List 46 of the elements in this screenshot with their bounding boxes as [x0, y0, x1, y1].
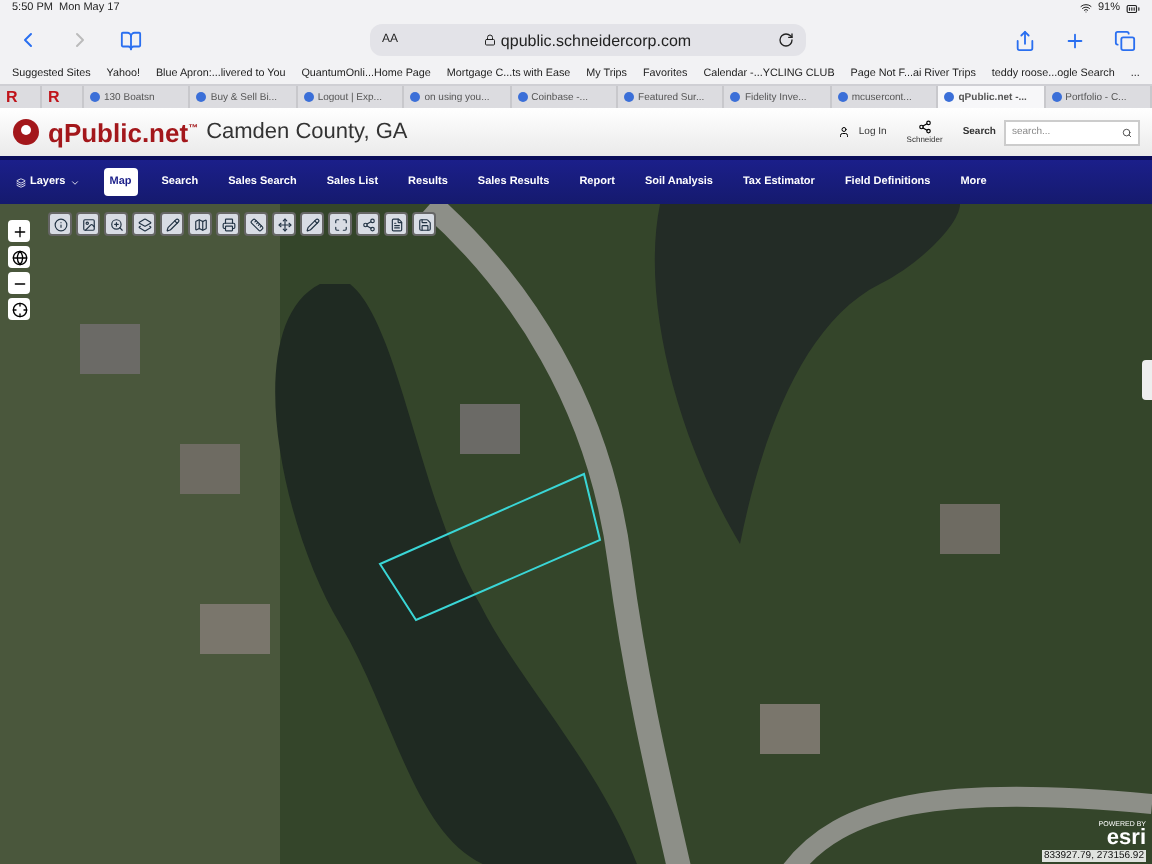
favicon-icon — [837, 92, 848, 102]
pencil-icon[interactable] — [305, 217, 319, 231]
share-icon[interactable] — [361, 217, 375, 231]
full-extent-icon[interactable] — [333, 217, 347, 231]
tabs-icon[interactable] — [1114, 29, 1136, 51]
pencil-icon[interactable] — [165, 217, 179, 231]
save-icon[interactable] — [417, 217, 431, 231]
url-text: qpublic.schneidercorp.com — [500, 31, 692, 49]
favicon-icon — [944, 92, 955, 102]
user-icon — [838, 126, 851, 138]
lock-icon — [484, 34, 497, 46]
favicon-icon — [90, 92, 100, 102]
favicon-icon — [730, 92, 741, 102]
wifi-icon — [1079, 2, 1092, 14]
esri-logo: esri — [1106, 828, 1146, 850]
zoom-in-icon[interactable] — [109, 217, 123, 231]
side-panel-handle[interactable] — [1142, 360, 1152, 400]
favicon-icon — [410, 92, 421, 102]
image-icon[interactable] — [81, 217, 95, 231]
document-icon[interactable] — [389, 217, 403, 231]
book-icon[interactable] — [120, 29, 142, 51]
site-logo[interactable]: qPublic.net$^{™}$ — [48, 117, 199, 147]
logo-icon — [12, 118, 40, 146]
layers-icon[interactable] — [137, 217, 151, 231]
favicon-icon — [517, 92, 528, 102]
info-icon[interactable] — [53, 217, 67, 231]
battery-icon — [1126, 1, 1140, 15]
favicon-icon — [196, 92, 207, 102]
schneider-icon — [917, 120, 932, 134]
locate-icon[interactable] — [11, 301, 27, 317]
favicon-icon — [624, 92, 635, 102]
share-icon[interactable] — [1014, 29, 1036, 51]
new-tab-icon[interactable] — [1064, 29, 1086, 51]
printer-icon[interactable] — [221, 217, 235, 231]
reload-icon[interactable] — [778, 32, 794, 48]
globe-icon[interactable] — [11, 249, 27, 265]
layers-icon — [16, 177, 26, 187]
favicon-icon — [1051, 92, 1062, 102]
favicon-icon — [303, 92, 314, 102]
county-title: Camden County, GA — [206, 120, 408, 144]
caret-icon — [69, 177, 80, 187]
zoom-in-icon[interactable] — [11, 223, 27, 239]
map-icon[interactable] — [193, 217, 207, 231]
ruler-icon[interactable] — [249, 217, 263, 231]
move-icon[interactable] — [277, 217, 291, 231]
search-icon[interactable] — [1122, 127, 1132, 137]
